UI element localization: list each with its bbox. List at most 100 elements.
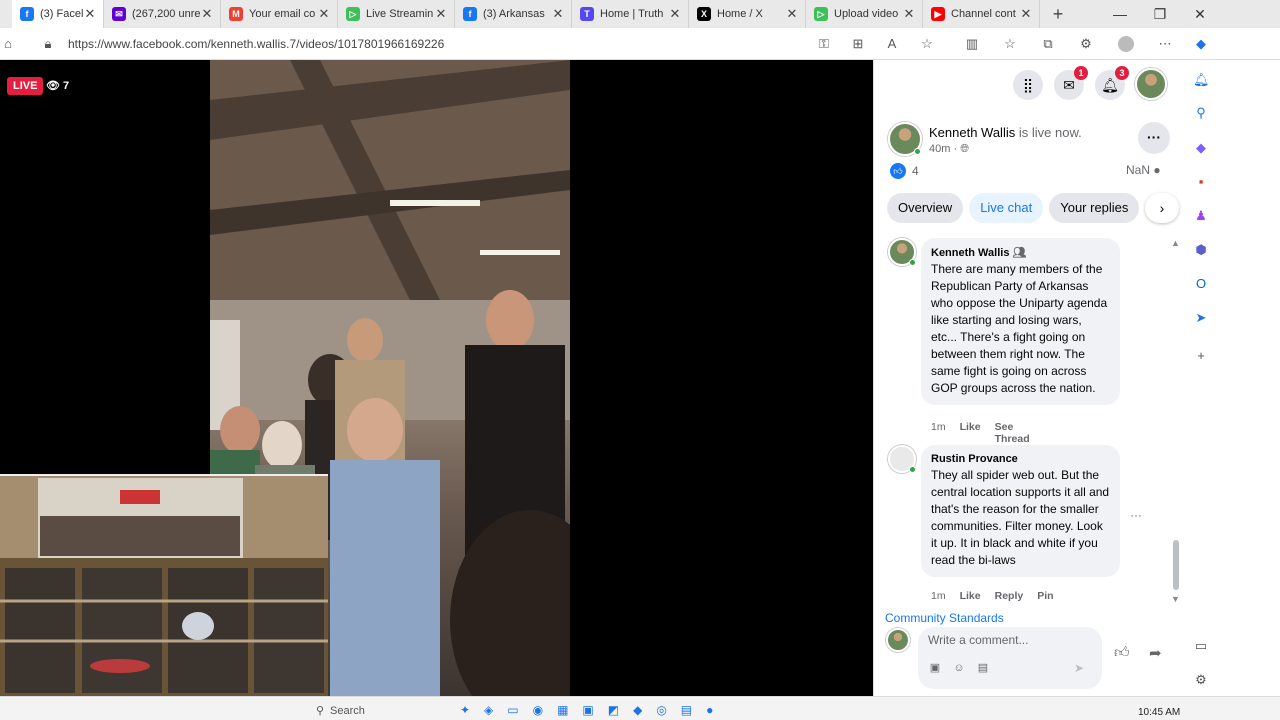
minimize-icon[interactable]: —	[1100, 0, 1140, 28]
home-icon[interactable]: ⌂	[0, 36, 16, 52]
taskbar-apps: ✦◈▭◉▦▣◩◆◎▤●	[460, 703, 728, 717]
comment-input[interactable]: Write a comment... ▣ ☺ ▤ ➤	[918, 627, 1102, 689]
browser-tab[interactable]: ▶ Channel cont ✕	[923, 0, 1040, 28]
community-standards-link[interactable]: Community Standards	[885, 611, 1004, 625]
close-tab-icon[interactable]: ✕	[200, 6, 214, 22]
taskbar-search[interactable]: Search	[330, 705, 365, 717]
picture-in-picture-camera	[0, 474, 328, 696]
new-tab-icon[interactable]: +	[1044, 4, 1072, 25]
browser-tab[interactable]: X Home / X ✕	[689, 0, 806, 28]
host-online-indicator	[914, 148, 921, 155]
comment-options-icon[interactable]: ···	[1130, 508, 1142, 522]
comment-time: 1m	[931, 421, 946, 433]
close-tab-icon[interactable]: ✕	[317, 6, 331, 22]
tab-title: (267,200 unre	[132, 8, 200, 20]
apps-icon[interactable]: ⊞	[850, 36, 866, 52]
close-tab-icon[interactable]: ✕	[83, 6, 97, 22]
taskbar: ⚲ Search ✦◈▭◉▦▣◩◆◎▤● 10:45 AM	[0, 696, 1280, 720]
copilot-icon[interactable]: ◆	[1193, 36, 1209, 52]
browser-tab[interactable]: ▷ Live Streamin ✕	[338, 0, 455, 28]
settings-gear-icon[interactable]: ⚙	[1193, 672, 1209, 688]
messenger-badge: 1	[1074, 66, 1088, 80]
live-chat-panel: ⣿ ✉ 1 🔔︎ 3 Kenneth Wallis is live now. 40m…	[873, 60, 1187, 696]
browser-tab[interactable]: f (3) Arkansas ✕	[455, 0, 572, 28]
online-indicator	[909, 259, 916, 266]
send-to-phone-icon[interactable]: ➤	[1193, 310, 1209, 326]
url-input[interactable]: https://www.facebook.com/kenneth.wallis.…	[68, 37, 444, 51]
commenter-name[interactable]: Rustin Provance	[931, 453, 1110, 465]
like-thumb-icon[interactable]: 👍︎	[1114, 644, 1130, 662]
close-tab-icon[interactable]: ✕	[1019, 6, 1033, 22]
scroll-down-arrow-icon[interactable]: ▼	[1171, 594, 1180, 604]
copilot-app-icon[interactable]: ⬢	[1193, 242, 1209, 258]
profile-icon[interactable]	[1118, 36, 1134, 52]
browser-tab[interactable]: ▷ Upload video ✕	[806, 0, 923, 28]
like-button[interactable]: Like	[960, 590, 981, 602]
close-window-icon[interactable]: ✕	[1180, 0, 1220, 28]
viewer-count: 👁︎ 7	[46, 79, 69, 92]
chat-scrollbar[interactable]	[1173, 540, 1179, 590]
taskbar-search-icon[interactable]: ⚲	[316, 704, 324, 717]
pin-button[interactable]: Pin	[1037, 590, 1053, 602]
sticker-icon[interactable]: ▣	[928, 661, 942, 675]
read-aloud-icon[interactable]: A	[884, 36, 900, 52]
live-video-player[interactable]: LIVE 👁︎ 7	[0, 60, 873, 696]
tab-overview[interactable]: Overview	[887, 193, 964, 223]
favorites-icon[interactable]: ☆	[1002, 36, 1018, 52]
live-badge: LIVE	[7, 77, 44, 95]
tab-favicon-icon: X	[697, 7, 711, 21]
notifications-bell-icon[interactable]: 🔔︎ 3	[1095, 66, 1129, 100]
browser-tab[interactable]: M Your email co ✕	[221, 0, 338, 28]
more-menu-icon[interactable]: ⋯	[1157, 36, 1173, 52]
tab-title: Home / X	[717, 8, 763, 20]
scroll-up-arrow-icon[interactable]: ▲	[1171, 238, 1180, 248]
sidebar-layout-icon[interactable]: ▭	[1193, 638, 1209, 654]
favorite-star-icon[interactable]: ☆	[919, 36, 935, 52]
close-tab-icon[interactable]: ✕	[551, 6, 565, 22]
see-thread-button[interactable]: See Thread	[995, 421, 1030, 445]
tab-your-replies[interactable]: Your replies	[1049, 193, 1140, 223]
viewers-dot-icon: ●	[1153, 163, 1161, 177]
restore-icon[interactable]: ❐	[1140, 0, 1180, 28]
collections-icon[interactable]: ⧉	[1040, 36, 1056, 52]
my-avatar[interactable]	[886, 628, 910, 652]
emoji-icon[interactable]: ☺	[952, 661, 966, 675]
gif-icon[interactable]: ▤	[976, 661, 990, 675]
browser-tab[interactable]: f (3) Facel ✕	[12, 0, 104, 28]
games-icon[interactable]: ♟	[1193, 208, 1209, 224]
share-arrow-icon[interactable]: ➦	[1149, 644, 1162, 662]
likes-summary[interactable]: 👍︎ 4	[890, 163, 919, 179]
extensions-icon[interactable]: ⚙	[1078, 36, 1094, 52]
account-avatar[interactable]	[1135, 68, 1167, 100]
lock-icon[interactable]: 🔒︎	[40, 36, 56, 52]
key-icon[interactable]: ⚿	[816, 36, 832, 52]
messenger-icon[interactable]: ✉ 1	[1054, 66, 1088, 100]
browser-tab[interactable]: ✉ (267,200 unre ✕	[104, 0, 221, 28]
tab-title: (3) Arkansas	[483, 8, 545, 20]
menu-grid-icon[interactable]: ⣿	[1013, 70, 1043, 100]
host-name[interactable]: Kenneth Wallis	[929, 125, 1015, 140]
close-tab-icon[interactable]: ✕	[902, 6, 916, 22]
tag-icon[interactable]: ◆	[1193, 140, 1209, 156]
reply-button[interactable]: Reply	[995, 590, 1024, 602]
close-tab-icon[interactable]: ✕	[668, 6, 682, 22]
host-badge-icon: 👥︎	[1012, 247, 1027, 259]
tab-live-chat[interactable]: Live chat	[969, 193, 1044, 223]
tabs-next-chevron-icon[interactable]: ›	[1145, 193, 1179, 223]
add-icon[interactable]: +	[1193, 348, 1209, 364]
outlook-icon[interactable]: O	[1193, 276, 1209, 292]
send-icon[interactable]: ➤	[1074, 661, 1084, 675]
commenter-name[interactable]: Kenneth Wallis 👥︎	[931, 246, 1110, 259]
like-button[interactable]: Like	[960, 421, 981, 445]
close-tab-icon[interactable]: ✕	[434, 6, 448, 22]
search-icon[interactable]: ⚲	[1193, 105, 1209, 121]
host-time-text: 40m ·	[929, 143, 958, 155]
tab-favicon-icon: ✉	[112, 7, 126, 21]
tab-title: Home | Truth	[600, 8, 664, 20]
browser-tab[interactable]: T Home | Truth ✕	[572, 0, 689, 28]
toolbox-icon[interactable]: ▪	[1193, 174, 1209, 190]
split-screen-icon[interactable]: ▥	[964, 36, 980, 52]
bell-icon[interactable]: 🔔︎	[1193, 72, 1210, 88]
close-tab-icon[interactable]: ✕	[785, 6, 799, 22]
more-options-button[interactable]: ···	[1138, 122, 1170, 154]
